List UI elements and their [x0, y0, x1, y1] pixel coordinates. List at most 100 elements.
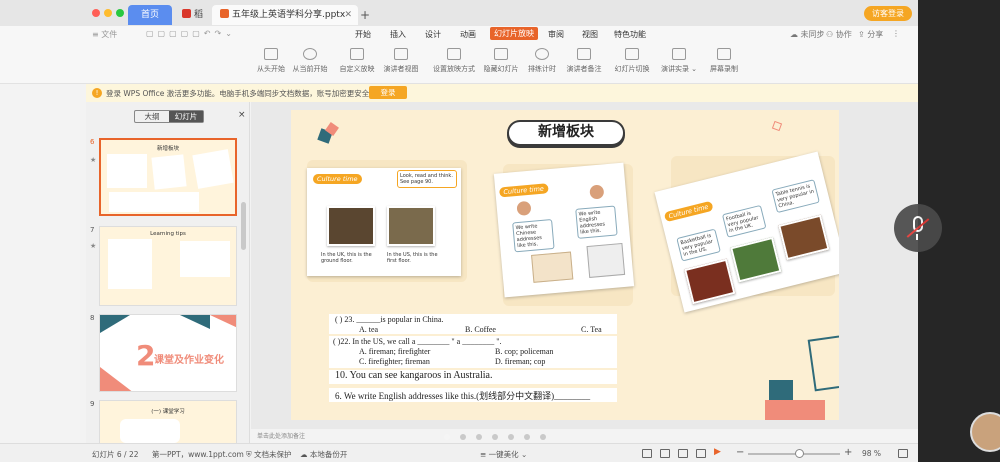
menu-review[interactable]: 审阅: [548, 29, 564, 40]
pptx-icon: [220, 9, 229, 18]
animation-star-icon: ★: [90, 242, 97, 250]
tab-document-label: 五年级上英语学科分享.pptx: [232, 10, 346, 20]
play-from-current-label: 从当前开始: [292, 65, 328, 73]
envelope-image: [586, 242, 626, 278]
menu-features[interactable]: 特色功能: [614, 29, 646, 40]
notice-login-button[interactable]: 登录: [369, 86, 407, 99]
pager-dot[interactable]: [444, 434, 450, 440]
visitor-login-button[interactable]: 访客登录: [864, 6, 912, 21]
question-10-box: 10. You can see kangaroos in Australia.: [329, 370, 617, 384]
tab-document[interactable]: 五年级上英语学科分享.pptx ✕: [212, 5, 358, 25]
custom-show-label: 自定义放映: [339, 65, 375, 73]
menu-design[interactable]: 设计: [425, 29, 441, 40]
pager-dot[interactable]: [540, 434, 546, 440]
rehearse-timing-button[interactable]: 排练计时: [526, 48, 558, 74]
pager-dot[interactable]: [460, 434, 466, 440]
file-menu[interactable]: ≡ 文件: [92, 29, 117, 40]
menu-bar: ≡ 文件 ▢▢▢▢▢↶↷⌄ 开始 插入 设计 动画 幻灯片放映 审阅 视图 特色…: [0, 26, 918, 44]
zoom-out-icon[interactable]: −: [736, 447, 744, 458]
culture-card-floors[interactable]: Culture time Look, read and think. See p…: [307, 168, 461, 276]
question-22-option-c: C. firefighter; fireman: [359, 357, 430, 366]
deco-block: [765, 400, 825, 420]
collab-button[interactable]: ⚇ 协作: [826, 29, 852, 40]
play-from-current-button[interactable]: 从当前开始: [290, 48, 330, 74]
close-window-button[interactable]: [92, 9, 100, 17]
panel-close-icon[interactable]: ×: [238, 110, 246, 120]
share-button[interactable]: ⇪ 分享: [858, 29, 883, 40]
tab-slides[interactable]: 幻灯片: [169, 111, 203, 122]
camera-icon: [672, 48, 686, 60]
minimize-window-button[interactable]: [104, 9, 112, 17]
speaker-notes-button[interactable]: 演讲者备注: [564, 48, 604, 74]
fit-window-icon[interactable]: [898, 449, 908, 458]
slide-title[interactable]: 新增板块: [507, 120, 625, 146]
thumb-card: [180, 241, 230, 277]
zoom-in-icon[interactable]: +: [844, 447, 852, 458]
slide-thumbnail-6[interactable]: 新增板块: [99, 138, 237, 216]
sync-status[interactable]: ☁ 未同步: [790, 29, 825, 40]
more-icon[interactable]: ⋮: [892, 29, 900, 38]
panel-tabs: 大纲 幻灯片: [134, 110, 204, 123]
pager-dot[interactable]: [508, 434, 514, 440]
status-bar: 幻灯片 6 / 22 第一PPT，www.1ppt.com ⛨ 文档未保护 ☁ …: [0, 443, 918, 462]
chinese-address-bubble: We write Chinese addresses like this.: [512, 219, 555, 253]
protect-status[interactable]: ⛨ 文档未保护: [246, 449, 292, 460]
slide-thumbnail-9[interactable]: (一) 课堂学习: [99, 400, 237, 443]
close-tab-icon[interactable]: ✕: [344, 5, 352, 25]
play-slideshow-icon[interactable]: ▶: [714, 447, 721, 457]
new-tab-button[interactable]: +: [360, 5, 370, 25]
quick-access-toolbar[interactable]: ▢▢▢▢▢↶↷⌄: [146, 29, 236, 38]
pager-dot[interactable]: [476, 434, 482, 440]
beautify-button[interactable]: ≡ 一键美化 ⌄: [480, 449, 527, 460]
slide-transition-button[interactable]: 幻灯片切换: [612, 48, 652, 74]
tab-home[interactable]: 首页: [128, 5, 172, 25]
slide-editor: 新增板块 Culture time Look, read and think. …: [251, 102, 918, 443]
screen-record-icon: [717, 48, 731, 60]
speech-record-button[interactable]: 演讲实录 ⌄: [660, 48, 698, 74]
presenter-view-icon: [394, 48, 408, 60]
presenter-view-label: 演讲者视图: [383, 65, 419, 73]
menu-insert[interactable]: 插入: [390, 29, 406, 40]
title-bar: 首页 稻壳 五年级上英语学科分享.pptx✕ + 访客登录: [0, 0, 918, 40]
backup-status[interactable]: ☁ 本地备份开: [300, 449, 347, 460]
hide-slide-button[interactable]: 隐藏幻灯片: [482, 48, 520, 74]
mute-microphone-button[interactable]: [894, 204, 942, 252]
custom-show-button[interactable]: 自定义放映: [338, 48, 376, 74]
tab-outline[interactable]: 大纲: [135, 111, 169, 122]
slide-thumbnail-7[interactable]: Learning tips: [99, 226, 237, 306]
menu-view[interactable]: 视图: [582, 29, 598, 40]
tab-docer[interactable]: 稻壳: [174, 5, 210, 40]
normal-view-icon[interactable]: [660, 449, 670, 458]
english-address-bubble: We write English addresses like this.: [575, 205, 618, 239]
football-photo: [730, 236, 782, 283]
notes-bar[interactable]: 单击此处添加备注: [251, 429, 918, 443]
menu-start[interactable]: 开始: [355, 29, 371, 40]
zoom-slider[interactable]: [748, 453, 840, 455]
custom-show-icon: [350, 48, 364, 60]
notice-text: 登录 WPS Office 激活更多功能。电脑手机多端同步文档数据，账号加密更安…: [106, 89, 377, 98]
reading-view-icon[interactable]: [696, 449, 706, 458]
play-icon: [264, 48, 278, 60]
slide-thumbnail-8[interactable]: 2 课堂及作业变化: [99, 314, 237, 392]
zoom-window-button[interactable]: [116, 9, 124, 17]
notes-view-icon[interactable]: [642, 449, 652, 458]
notes-placeholder[interactable]: 单击此处添加备注: [257, 431, 305, 440]
menu-animation[interactable]: 动画: [460, 29, 476, 40]
thumb-title-8: 课堂及作业变化: [154, 355, 224, 366]
deco-square: [771, 120, 783, 132]
pager-dot[interactable]: [492, 434, 498, 440]
current-slide[interactable]: 新增板块 Culture time Look, read and think. …: [291, 110, 839, 420]
sorter-view-icon[interactable]: [678, 449, 688, 458]
panel-scrollbar[interactable]: [241, 202, 246, 250]
pager-dot[interactable]: [524, 434, 530, 440]
zoom-level[interactable]: 98 %: [862, 449, 881, 458]
question-23-option-b: B. Coffee: [465, 325, 496, 334]
set-up-show-button[interactable]: 设置放映方式: [432, 48, 476, 74]
culture-card-addresses[interactable]: Culture time We write Chinese addresses …: [493, 162, 635, 298]
football-bubble: Football is very popular in the UK.: [721, 204, 767, 238]
zoom-slider-handle[interactable]: [795, 449, 804, 458]
presenter-view-button[interactable]: 演讲者视图: [382, 48, 420, 74]
menu-slideshow[interactable]: 幻灯片放映: [490, 27, 538, 40]
screen-record-button[interactable]: 屏幕录制: [708, 48, 740, 74]
play-from-start-button[interactable]: 从头开始: [256, 48, 286, 74]
